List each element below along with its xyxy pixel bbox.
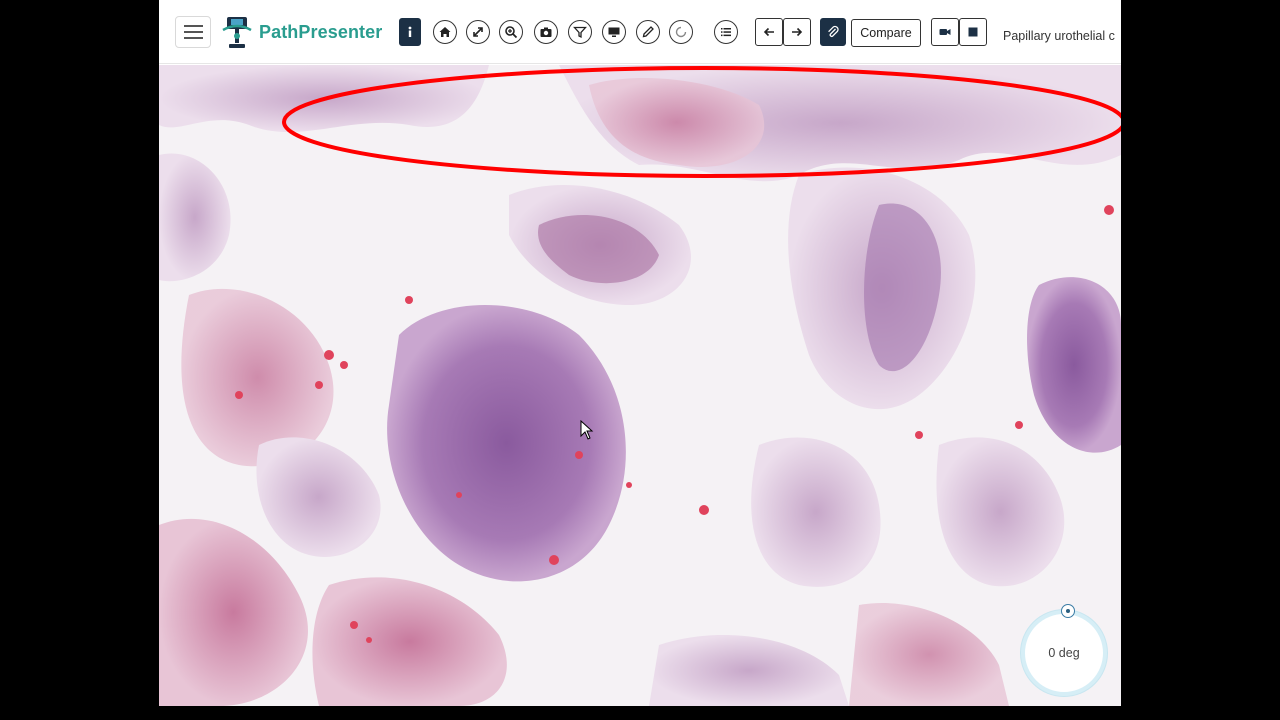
- annotate-button[interactable]: [636, 20, 660, 44]
- rotation-control[interactable]: 0 deg: [1021, 604, 1107, 696]
- video-camera-icon: [939, 29, 951, 35]
- next-button[interactable]: [783, 18, 811, 46]
- arrow-left-icon: [763, 27, 774, 37]
- attach-button[interactable]: [820, 18, 846, 46]
- tissue-image: [159, 65, 1121, 706]
- top-toolbar: PathPresenter Compare Papillary urotheli…: [159, 0, 1121, 64]
- pencil-icon: [642, 26, 654, 38]
- snapshot-button[interactable]: [534, 20, 558, 44]
- rotation-handle[interactable]: [1061, 604, 1075, 618]
- rotate-icon: [675, 26, 687, 38]
- previous-button[interactable]: [755, 18, 783, 46]
- pathpresenter-logo-icon: [222, 17, 252, 48]
- rotation-degree-label: 0 deg: [1048, 646, 1080, 660]
- record-button[interactable]: [931, 18, 959, 46]
- mouse-cursor-icon: [580, 420, 594, 440]
- home-button[interactable]: [433, 20, 457, 44]
- list-icon: [721, 28, 731, 37]
- home-icon: [439, 27, 451, 37]
- info-icon: [408, 26, 412, 37]
- fullscreen-button[interactable]: [466, 20, 490, 44]
- slide-viewer[interactable]: 0 deg: [159, 65, 1121, 706]
- rotate-button[interactable]: [669, 20, 693, 44]
- filter-button[interactable]: [568, 20, 592, 44]
- stop-button[interactable]: [959, 18, 987, 46]
- hamburger-icon: [184, 25, 203, 27]
- zoom-in-icon: [505, 26, 518, 39]
- compare-button[interactable]: Compare: [851, 19, 921, 47]
- expand-arrows-icon: [473, 27, 483, 37]
- camera-icon: [540, 27, 552, 37]
- present-button[interactable]: [602, 20, 626, 44]
- monitor-icon: [608, 27, 620, 37]
- hamburger-menu-button[interactable]: [175, 16, 211, 48]
- filter-icon: [573, 26, 587, 39]
- pathpresenter-app: PathPresenter Compare Papillary urotheli…: [159, 0, 1121, 706]
- paperclip-icon: [828, 25, 839, 38]
- stop-icon: [968, 27, 978, 37]
- zoom-button[interactable]: [499, 20, 523, 44]
- brand-name: PathPresenter: [259, 22, 383, 42]
- info-button[interactable]: [399, 18, 421, 46]
- list-button[interactable]: [714, 20, 738, 44]
- arrow-right-icon: [792, 27, 803, 37]
- slide-title: Papillary urothelial c: [1003, 29, 1115, 43]
